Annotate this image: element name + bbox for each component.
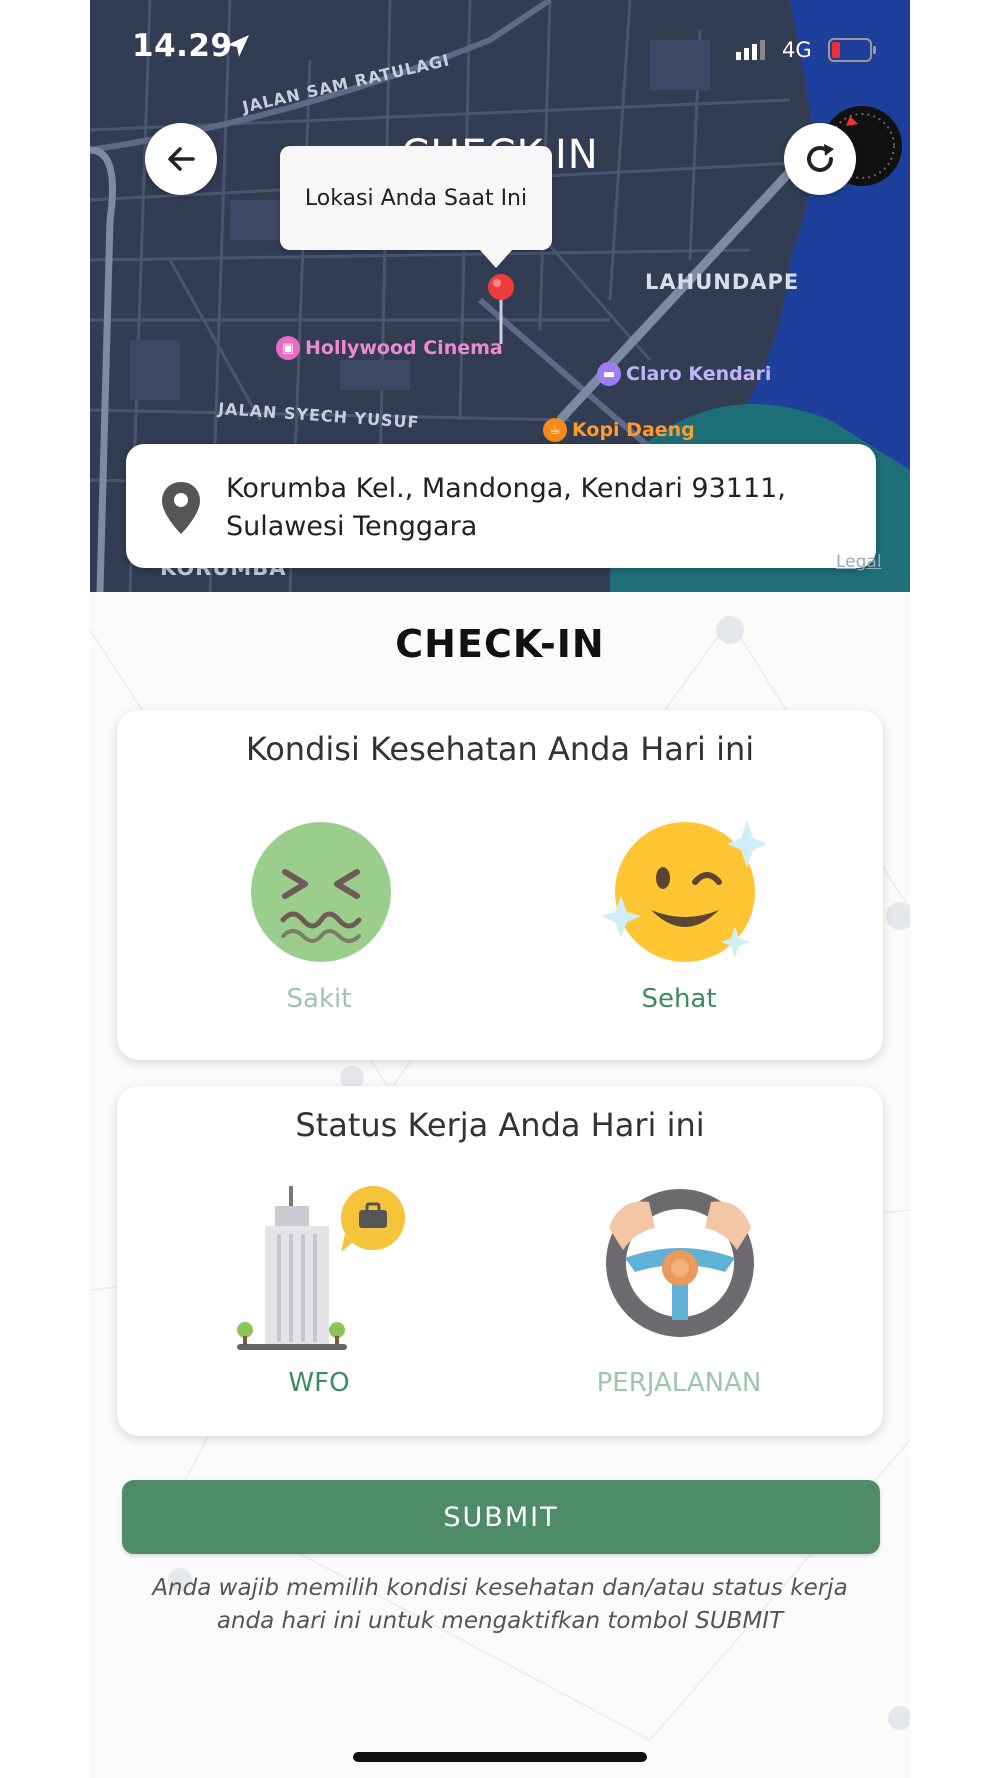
tooltip-text: Lokasi Anda Saat Ini — [304, 185, 528, 211]
health-option-label: Sakit — [286, 984, 352, 1014]
happy-wink-face-icon — [601, 820, 765, 962]
refresh-icon — [807, 144, 834, 172]
sick-face-icon — [251, 822, 391, 962]
poi-claro-kendari[interactable]: ▬ Claro Kendari — [597, 362, 771, 386]
page-title: CHECK-IN — [395, 622, 605, 666]
address-pin-icon — [162, 482, 200, 534]
work-option-label: PERJALANAN — [596, 1368, 762, 1398]
coffee-icon: ☕ — [543, 418, 567, 442]
poi-hollywood-cinema[interactable]: ▣ Hollywood Cinema — [276, 336, 503, 360]
location-arrow-icon — [227, 35, 249, 57]
cinema-icon: ▣ — [276, 336, 300, 360]
status-time: 14.29 — [132, 28, 233, 64]
submit-button[interactable]: SUBMIT — [122, 1480, 880, 1554]
map-legal-link[interactable]: Legal — [836, 552, 882, 572]
home-indicator[interactable] — [353, 1752, 647, 1762]
network-type: 4G — [782, 38, 812, 62]
poi-label: Hollywood Cinema — [305, 337, 503, 359]
back-button[interactable] — [145, 123, 217, 195]
hotel-icon: ▬ — [597, 362, 621, 386]
signal-icon — [736, 40, 765, 60]
work-card-title: Status Kerja Anda Hari ini — [295, 1106, 705, 1144]
health-option-label: Sehat — [641, 984, 717, 1014]
map-view[interactable]: JALAN SAM RATULAGI JALAN SYECH YUSUF LAH… — [90, 0, 910, 592]
steering-wheel-icon — [606, 1189, 754, 1337]
phone-screen: JALAN SAM RATULAGI JALAN SYECH YUSUF LAH… — [90, 0, 910, 1778]
back-arrow-icon — [168, 147, 195, 171]
status-bar: 14.29 4G — [90, 28, 910, 72]
work-option-wfo[interactable]: WFO — [189, 1182, 449, 1412]
address-text: Korumba Kel., Mandonga, Kendari 93111, S… — [226, 473, 786, 542]
health-card-title: Kondisi Kesehatan Anda Hari ini — [245, 730, 755, 768]
poi-label: Claro Kendari — [626, 363, 772, 385]
office-building-icon — [237, 1186, 405, 1350]
map-pin-icon — [488, 274, 514, 344]
work-option-label: WFO — [288, 1368, 350, 1398]
poi-kopi-daeng[interactable]: ☕ Kopi Daeng — [543, 418, 695, 442]
work-option-perjalanan[interactable]: PERJALANAN — [549, 1182, 809, 1412]
poi-label: Kopi Daeng — [572, 419, 695, 441]
refresh-button[interactable] — [784, 123, 856, 195]
address-card: Korumba Kel., Mandonga, Kendari 93111, S… — [126, 444, 876, 568]
battery-icon — [828, 38, 876, 62]
work-status-card: Status Kerja Anda Hari ini WFO PERJALANA… — [117, 1086, 883, 1436]
location-tooltip: Lokasi Anda Saat Ini — [280, 146, 552, 268]
health-card: Kondisi Kesehatan Anda Hari ini Sakit Se… — [117, 710, 883, 1060]
area-label-lahundape: LAHUNDAPE — [645, 270, 800, 294]
submit-hint-text: Anda wajib memilih kondisi kesehatan dan… — [152, 1575, 848, 1634]
health-option-sehat[interactable]: Sehat — [549, 820, 809, 1030]
health-option-sakit[interactable]: Sakit — [189, 820, 449, 1030]
